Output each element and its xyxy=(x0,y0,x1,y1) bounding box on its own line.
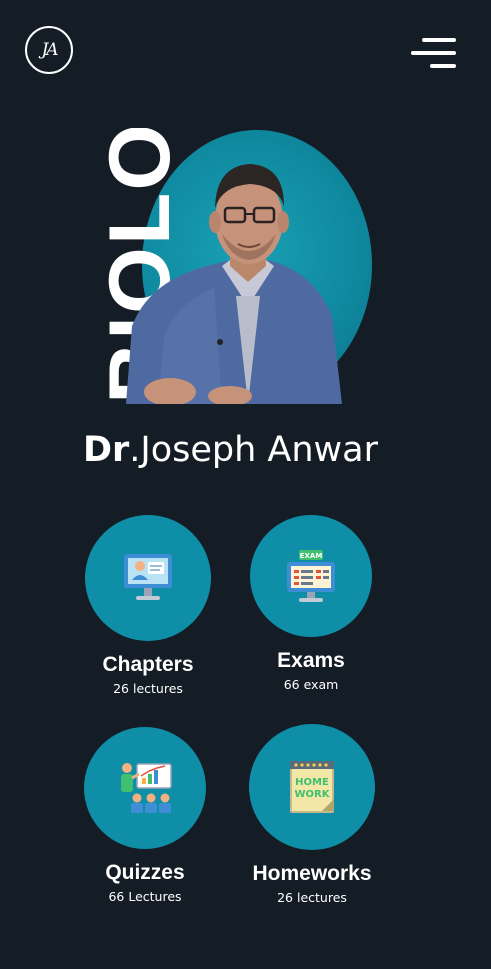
doctor-full-name: .Joseph Anwar xyxy=(129,430,379,470)
quizzes-card[interactable]: Quizzes 66 Lectures xyxy=(65,727,225,904)
doctor-portrait xyxy=(126,164,342,404)
homeworks-circle: HOME WORK xyxy=(249,724,375,850)
exams-circle: EXAM xyxy=(250,515,372,637)
chapters-card[interactable]: Chapters 26 lectures xyxy=(68,515,228,696)
exam-monitor-icon: EXAM xyxy=(287,550,335,602)
quizzes-title: Quizzes xyxy=(105,861,185,884)
exams-card[interactable]: EXAM Exams 66 exam xyxy=(231,515,391,692)
svg-text:EXAM: EXAM xyxy=(300,552,323,560)
quizzes-circle xyxy=(84,727,206,849)
logo[interactable]: JA xyxy=(25,26,73,74)
hamburger-menu-icon xyxy=(411,38,456,68)
chapters-title: Chapters xyxy=(102,653,194,676)
svg-text:WORK: WORK xyxy=(295,789,331,800)
homework-notebook-icon: HOME WORK xyxy=(290,761,334,813)
computer-lecture-icon xyxy=(124,554,172,600)
homeworks-title: Homeworks xyxy=(252,862,372,885)
svg-text:HOME: HOME xyxy=(295,777,329,788)
hero-banner: BIOLOGY xyxy=(96,128,376,404)
homeworks-card[interactable]: HOME WORK Homeworks 26 lectures xyxy=(232,724,392,905)
chapters-circle xyxy=(85,515,211,641)
doctor-name: Dr.Joseph Anwar xyxy=(0,430,461,470)
classroom-presentation-icon xyxy=(121,763,172,813)
menu-button[interactable] xyxy=(408,36,458,70)
homeworks-subtitle: 26 lectures xyxy=(277,890,347,905)
logo-text: JA xyxy=(41,40,58,60)
exams-title: Exams xyxy=(277,649,345,672)
doctor-prefix: Dr xyxy=(82,430,130,470)
exams-subtitle: 66 exam xyxy=(283,677,339,692)
chapters-subtitle: 26 lectures xyxy=(113,681,183,696)
quizzes-subtitle: 66 Lectures xyxy=(108,889,182,904)
